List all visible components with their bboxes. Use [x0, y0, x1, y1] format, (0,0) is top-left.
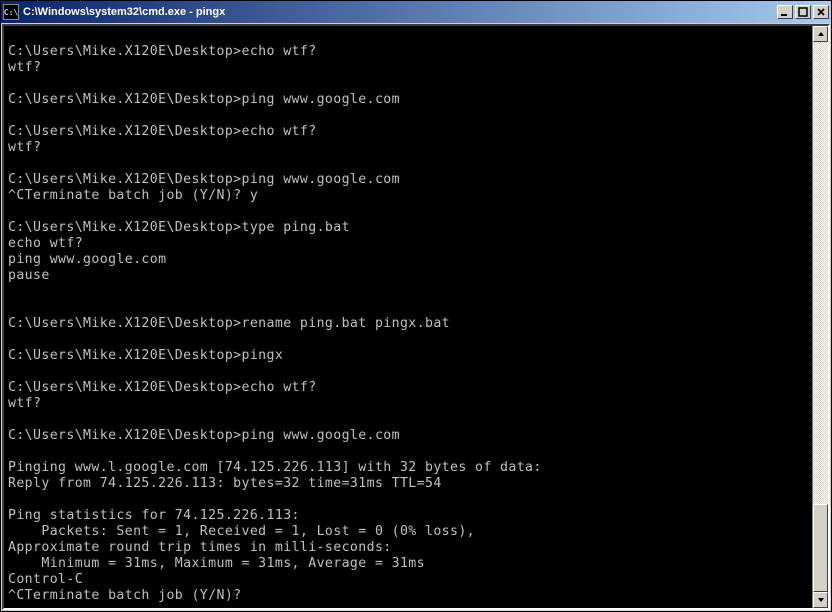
scrollbar-track[interactable]	[813, 42, 828, 592]
scrollbar-thumb[interactable]	[813, 504, 828, 592]
vertical-scrollbar[interactable]	[812, 26, 828, 608]
window-title: C:\Windows\system32\cmd.exe - pingx	[23, 6, 777, 18]
cmd-window: C:\ C:\Windows\system32\cmd.exe - pingx …	[0, 0, 832, 612]
close-button[interactable]	[813, 5, 829, 19]
window-controls	[777, 5, 829, 19]
terminal-output[interactable]: C:\Users\Mike.X120E\Desktop>echo wtf? wt…	[4, 26, 812, 608]
scroll-up-button[interactable]	[813, 26, 828, 42]
scroll-down-button[interactable]	[813, 592, 828, 608]
cmd-icon: C:\	[3, 4, 19, 20]
titlebar[interactable]: C:\ C:\Windows\system32\cmd.exe - pingx	[1, 1, 831, 23]
minimize-button[interactable]	[777, 5, 793, 19]
maximize-button[interactable]	[795, 5, 811, 19]
client-area: C:\Users\Mike.X120E\Desktop>echo wtf? wt…	[2, 24, 830, 610]
